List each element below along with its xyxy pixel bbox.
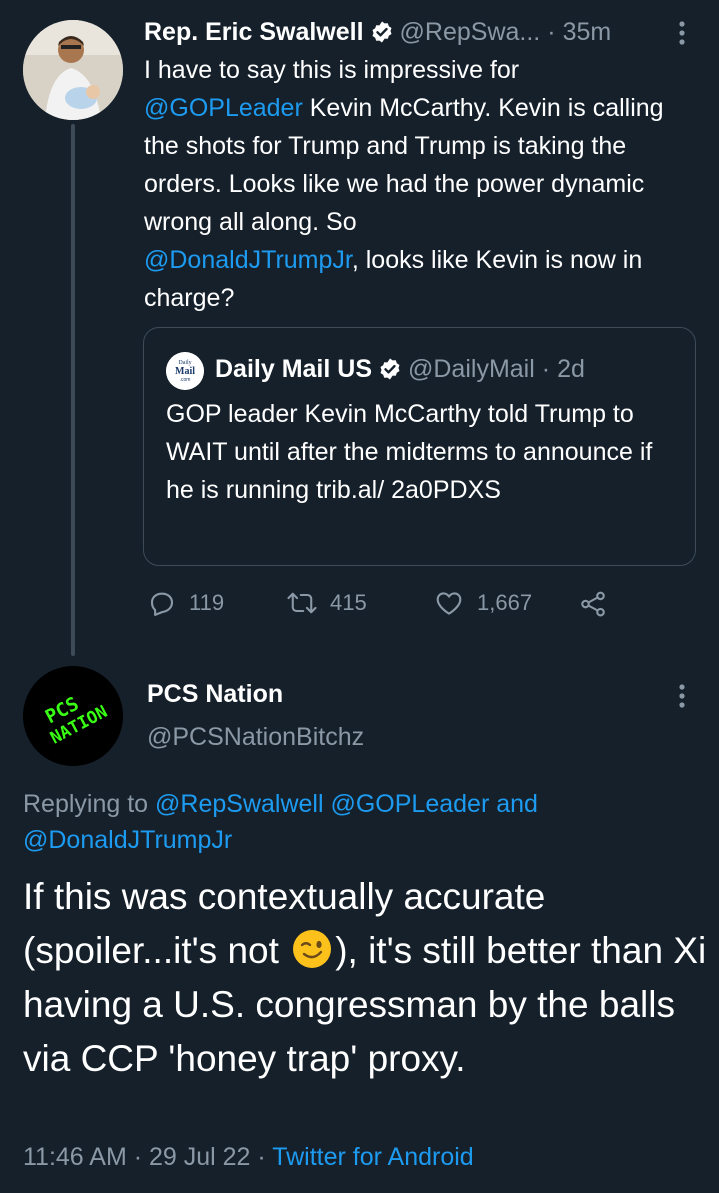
tweet-text-segment: I have to say this is impressive for: [144, 56, 520, 84]
more-options-icon[interactable]: [672, 18, 692, 48]
logo-text: Mail: [175, 366, 195, 377]
and-text: and: [489, 790, 538, 818]
quoted-tweet-text: GOP leader Kevin McCarthy told Trump to …: [166, 400, 653, 504]
avatar-photo: [23, 20, 123, 120]
like-count: 1,667: [477, 590, 533, 615]
quoted-author-handle: @DailyMail: [408, 354, 535, 383]
tweet-date[interactable]: 29 Jul 22: [149, 1143, 250, 1171]
tweet-time[interactable]: 35m: [563, 18, 612, 47]
author-name[interactable]: PCS Nation: [147, 680, 283, 709]
author-handle[interactable]: @PCSNationBitchz: [147, 723, 364, 752]
reply-icon: [150, 592, 174, 616]
author-name[interactable]: Rep. Eric Swalwell: [144, 18, 364, 47]
more-options-icon[interactable]: [672, 681, 692, 711]
retweet-count: 415: [330, 590, 367, 615]
author-handle[interactable]: @RepSwa...: [400, 18, 541, 47]
separator-dot: ·: [541, 354, 551, 383]
mention-link[interactable]: @RepSwalwell: [155, 790, 324, 818]
quoted-tweet-header: Daily Mail US @DailyMail · 2d: [215, 351, 585, 387]
logo-text: .com: [180, 377, 191, 383]
reply-button[interactable]: 119: [147, 588, 224, 618]
mention-link[interactable]: @GOPLeader: [144, 94, 303, 122]
tweet-meta: 11:46 AM · 29 Jul 22 · Twitter for Andro…: [23, 1143, 474, 1172]
verified-badge-icon: [372, 21, 392, 43]
mention-link[interactable]: @GOPLeader: [330, 790, 489, 818]
verified-badge-icon: [380, 358, 400, 380]
thread-line: [71, 124, 75, 656]
quoted-tweet-time: 2d: [557, 354, 585, 383]
quoted-tweet-card[interactable]: Daily Mail .com Daily Mail US @DailyMail…: [143, 327, 696, 566]
tweet-timestamp[interactable]: 11:46 AM: [23, 1143, 127, 1171]
reply-count: 119: [189, 590, 225, 615]
retweet-icon: [287, 592, 317, 614]
tweet-text: I have to say this is impressive for @GO…: [144, 51, 704, 317]
separator-dot: ·: [126, 1143, 149, 1171]
pcs-nation-logo: PCS NATION: [23, 666, 123, 766]
tweet-source-link[interactable]: Twitter for Android: [272, 1143, 473, 1171]
tweet-header: Rep. Eric Swalwell @RepSwa... · 35m: [144, 14, 611, 50]
separator-dot: ·: [250, 1143, 273, 1171]
heart-icon: [436, 592, 462, 615]
separator-dot: ·: [547, 17, 556, 46]
quoted-avatar: Daily Mail .com: [166, 352, 204, 390]
share-icon: [581, 591, 605, 617]
mention-link[interactable]: @DonaldJTrumpJr: [23, 826, 232, 854]
retweet-button[interactable]: 415: [286, 588, 367, 618]
replying-to: Replying to @RepSwalwell @GOPLeader and …: [23, 786, 703, 858]
quoted-author-name: Daily Mail US: [215, 354, 372, 383]
share-button[interactable]: [578, 589, 620, 619]
like-button[interactable]: 1,667: [433, 588, 532, 618]
replying-to-label: Replying to: [23, 790, 156, 818]
dailymail-logo-icon: Daily Mail .com: [166, 352, 204, 390]
avatar[interactable]: PCS NATION: [23, 666, 123, 766]
tweet-text: If this was contextually accurate (spoil…: [23, 870, 713, 1086]
winking-face-icon: [293, 930, 332, 968]
avatar[interactable]: [23, 20, 123, 120]
mention-link[interactable]: @DonaldJTrumpJr: [144, 246, 352, 274]
